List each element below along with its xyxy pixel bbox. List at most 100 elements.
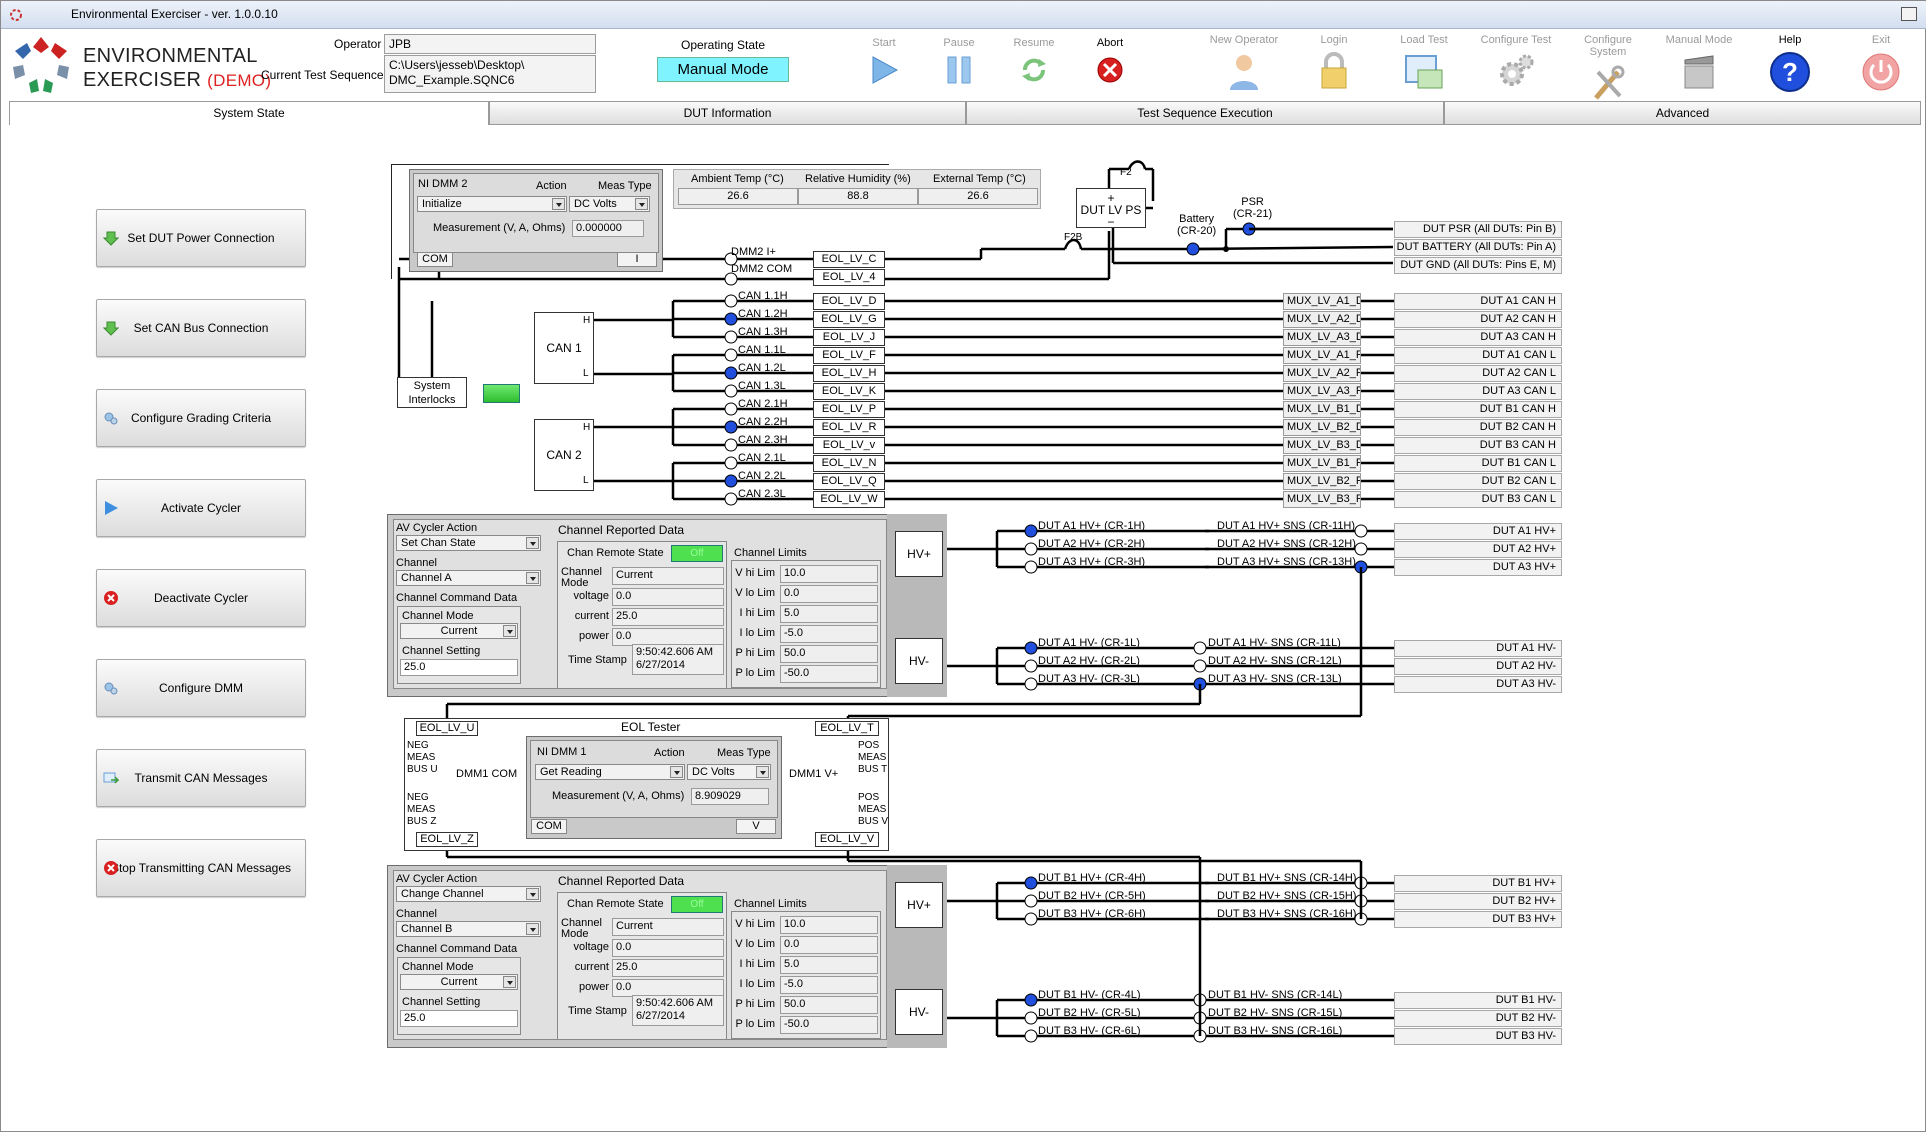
dmm2-action-select[interactable]: Initialize bbox=[417, 196, 567, 212]
hv_b-minus-node-2[interactable] bbox=[1024, 1029, 1038, 1043]
hv_b-plus-sns-label-0: DUT B1 HV+ SNS (CR-14H) bbox=[1217, 872, 1357, 884]
dmm2-name: NI DMM 2 bbox=[418, 178, 468, 190]
hv_b-plus-node-2[interactable] bbox=[1024, 912, 1038, 926]
cycler-b-limit-label-0: V hi Lim bbox=[735, 918, 775, 930]
dut-lv-ps: + DUT LV PS − bbox=[1076, 188, 1146, 228]
eol-lv-t: EOL_LV_T bbox=[815, 721, 879, 736]
dmm1-action-label: Action bbox=[654, 747, 685, 759]
chevron-down-icon[interactable] bbox=[552, 198, 565, 210]
chevron-down-icon[interactable] bbox=[526, 888, 539, 900]
chevron-down-icon[interactable] bbox=[635, 198, 648, 210]
can2-l: L bbox=[583, 475, 589, 486]
cycler-a-channel-select[interactable]: Channel A bbox=[396, 570, 541, 586]
hv_b-minus-sns-label-2: DUT B3 HV- SNS (CR-16L) bbox=[1208, 1025, 1343, 1037]
neg-meas-bus-z: NEG MEAS BUS Z bbox=[407, 792, 437, 827]
can-node-6[interactable] bbox=[724, 402, 738, 416]
hv_a-minus-sns-node-0[interactable] bbox=[1193, 641, 1207, 655]
cycler-a-limit-value-5: -50.0 bbox=[780, 665, 878, 683]
dmm1-meas-label: Meas Type bbox=[717, 747, 771, 759]
can-node-label-7: CAN 2.2H bbox=[738, 416, 788, 428]
can-eol-0: EOL_LV_D bbox=[813, 293, 885, 310]
chevron-down-icon[interactable] bbox=[503, 976, 516, 988]
chevron-down-icon[interactable] bbox=[503, 625, 516, 637]
cycler-b-limit-value-0: 10.0 bbox=[780, 916, 878, 934]
hv_a-minus-sns-node-1[interactable] bbox=[1193, 659, 1207, 673]
dmm1-measurement-label: Measurement (V, A, Ohms) bbox=[552, 790, 685, 802]
dmm1-v-label: DMM1 V+ bbox=[789, 768, 839, 780]
cycler-b-chmode-label: Channel Mode bbox=[561, 917, 602, 940]
hv_a-plus-out-0: DUT A1 HV+ bbox=[1394, 523, 1562, 540]
cycler-a-setting-label: Channel Setting bbox=[402, 645, 481, 657]
mux-10: MUX_LV_B2_F bbox=[1283, 473, 1361, 490]
hv_a-plus-sns-node-1[interactable] bbox=[1354, 542, 1368, 556]
can-output-4: DUT A2 CAN L bbox=[1394, 365, 1562, 382]
hv_a-minus-node-2[interactable] bbox=[1024, 677, 1038, 691]
can1-l: L bbox=[583, 368, 589, 379]
hv_a-minus-out-2: DUT A3 HV- bbox=[1394, 676, 1562, 693]
chevron-down-icon[interactable] bbox=[670, 766, 683, 778]
cycler-b-hv-plus: HV+ bbox=[895, 882, 943, 928]
dmm1-v-terminal: V bbox=[736, 819, 776, 834]
can-node-11[interactable] bbox=[724, 492, 738, 506]
cycler-b-current-label: current bbox=[574, 961, 609, 973]
can-node-0[interactable] bbox=[724, 294, 738, 308]
external-temp-label: External Temp (°C) bbox=[933, 173, 1026, 185]
hv_b-minus-node-0[interactable] bbox=[1024, 993, 1038, 1007]
can-node-5[interactable] bbox=[724, 384, 738, 398]
chevron-down-icon[interactable] bbox=[526, 923, 539, 935]
hv_b-plus-node-1[interactable] bbox=[1024, 894, 1038, 908]
dut-battery-output: DUT BATTERY (All DUTs: Pin A) bbox=[1394, 239, 1562, 256]
can-eol-8: EOL_LV_v bbox=[813, 437, 885, 454]
cycler-b-mode-select[interactable]: Current bbox=[400, 974, 518, 990]
hv_b-plus-label-1: DUT B2 HV+ (CR-5H) bbox=[1038, 890, 1146, 902]
fuse-f2b-label: F2B bbox=[1064, 232, 1083, 243]
hv_a-plus-node-1[interactable] bbox=[1024, 542, 1038, 556]
cycler-a-voltage-value: 0.0 bbox=[612, 588, 724, 606]
can-node-label-0: CAN 1.1H bbox=[738, 290, 788, 302]
cycler-b-channel-select[interactable]: Channel B bbox=[396, 921, 541, 937]
hv_b-plus-node-0[interactable] bbox=[1024, 876, 1038, 890]
cycler-a-ts-label: Time Stamp bbox=[568, 654, 627, 666]
cycler-b-setting-input[interactable]: 25.0 bbox=[400, 1010, 518, 1027]
cycler-a-action-select[interactable]: Set Chan State bbox=[396, 535, 541, 551]
battery-node[interactable] bbox=[1186, 242, 1200, 256]
chevron-down-icon[interactable] bbox=[526, 537, 539, 549]
hv_a-plus-node-2[interactable] bbox=[1024, 560, 1038, 574]
cycler-a-setting-input[interactable]: 25.0 bbox=[400, 659, 518, 676]
chevron-down-icon[interactable] bbox=[526, 572, 539, 584]
can-eol-5: EOL_LV_K bbox=[813, 383, 885, 400]
can-node-10[interactable] bbox=[724, 474, 738, 488]
mux-3: MUX_LV_A1_F bbox=[1283, 347, 1361, 364]
cycler-b-limit-label-2: I hi Lim bbox=[739, 958, 775, 970]
cycler-a-limit-value-3: -5.0 bbox=[780, 625, 878, 643]
hv_a-minus-label-1: DUT A2 HV- (CR-2L) bbox=[1038, 655, 1140, 667]
can-node-2[interactable] bbox=[724, 330, 738, 344]
can-node-1[interactable] bbox=[724, 312, 738, 326]
eol-lv-v: EOL_LV_V bbox=[815, 832, 879, 847]
can-node-4[interactable] bbox=[724, 366, 738, 380]
cycler-b-action-select[interactable]: Change Channel bbox=[396, 886, 541, 902]
dmm2-action-value: Initialize bbox=[422, 198, 462, 210]
can-eol-1: EOL_LV_G bbox=[813, 311, 885, 328]
cycler-b-reported-label: Channel Reported Data bbox=[558, 874, 685, 888]
can-node-9[interactable] bbox=[724, 456, 738, 470]
mux-11: MUX_LV_B3_F bbox=[1283, 491, 1361, 508]
hv_a-plus-sns-node-0[interactable] bbox=[1354, 524, 1368, 538]
can-node-label-3: CAN 1.1L bbox=[738, 344, 786, 356]
cycler-b-limit-value-2: 5.0 bbox=[780, 956, 878, 974]
hv_a-minus-node-1[interactable] bbox=[1024, 659, 1038, 673]
can-node-8[interactable] bbox=[724, 438, 738, 452]
hv_b-minus-node-1[interactable] bbox=[1024, 1011, 1038, 1025]
hv_a-plus-node-0[interactable] bbox=[1024, 524, 1038, 538]
can-output-9: DUT B1 CAN L bbox=[1394, 455, 1562, 472]
can-node-3[interactable] bbox=[724, 348, 738, 362]
hv_a-minus-sns-label-1: DUT A2 HV- SNS (CR-12L) bbox=[1208, 655, 1342, 667]
cycler-a-mode-select[interactable]: Current bbox=[400, 623, 518, 639]
dut-psr-output: DUT PSR (All DUTs: Pin B) bbox=[1394, 221, 1562, 238]
hv_a-minus-node-0[interactable] bbox=[1024, 641, 1038, 655]
chevron-down-icon[interactable] bbox=[756, 766, 769, 778]
dmm2-meas-select[interactable]: DC Volts bbox=[569, 196, 650, 212]
dmm1-action-select[interactable]: Get Reading bbox=[535, 764, 685, 780]
dmm1-meas-select[interactable]: DC Volts bbox=[687, 764, 771, 780]
can-node-7[interactable] bbox=[724, 420, 738, 434]
